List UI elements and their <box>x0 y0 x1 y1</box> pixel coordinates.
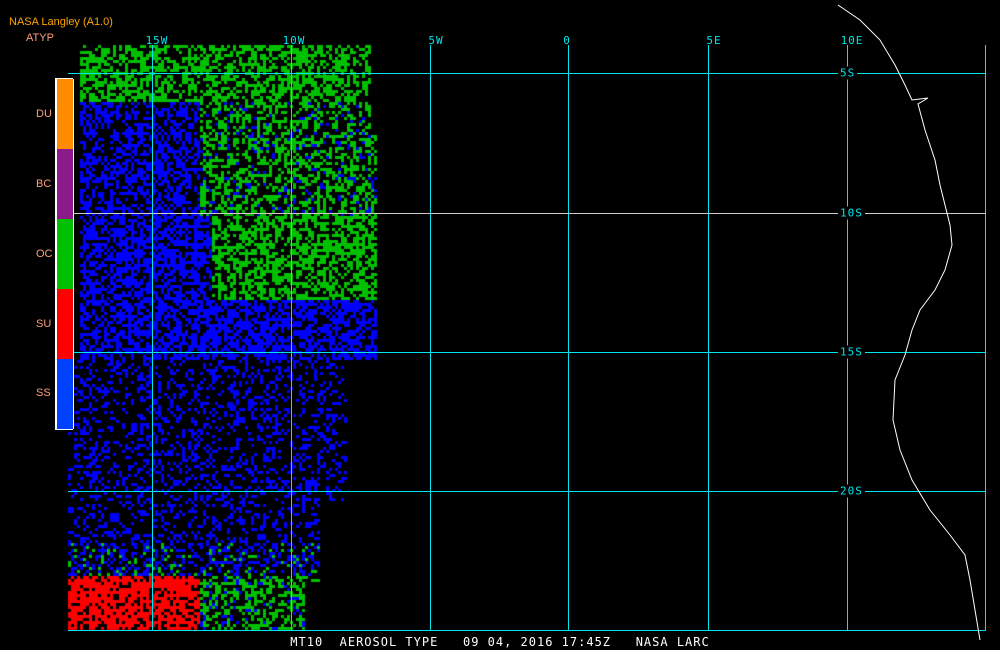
app-title: NASA Langley (A1.0) <box>9 16 113 28</box>
lat-label-20s: 20S <box>838 484 865 498</box>
lat-label-10s: 10S <box>838 206 865 220</box>
legend-label-oc: OC <box>36 248 53 260</box>
map-grid <box>68 4 986 641</box>
lon-label-5w: 5W <box>428 34 444 47</box>
legend-label-bc: BC <box>36 178 52 190</box>
lon-label-5e: 5E <box>706 34 722 47</box>
graticule <box>68 45 986 631</box>
legend-swatch-du <box>56 79 74 149</box>
legend-swatch-ss <box>56 359 74 429</box>
lon-label-10e: 10E <box>840 34 864 47</box>
legend-swatch-oc <box>56 219 74 289</box>
lat-label-15s: 15S <box>838 345 865 359</box>
coastline <box>837 4 981 641</box>
legend-label-du: DU <box>36 108 52 120</box>
satellite-map-view: NASA Langley (A1.0) ATYP DU BC OC SU SS … <box>0 0 1000 650</box>
legend-swatch-su <box>56 289 74 359</box>
legend-label-su: SU <box>36 318 52 330</box>
legend-swatch-bc <box>56 149 74 219</box>
lon-label-10w: 10W <box>282 34 306 47</box>
lat-label-5s: 5S <box>838 66 858 80</box>
lon-label-0: 0 <box>563 34 571 47</box>
lon-label-15w: 15W <box>145 34 169 47</box>
footer-caption: MT10 AEROSOL TYPE 09 04, 2016 17:45Z NAS… <box>290 635 710 649</box>
legend-label-ss: SS <box>36 387 51 399</box>
product-label: ATYP <box>26 32 54 44</box>
